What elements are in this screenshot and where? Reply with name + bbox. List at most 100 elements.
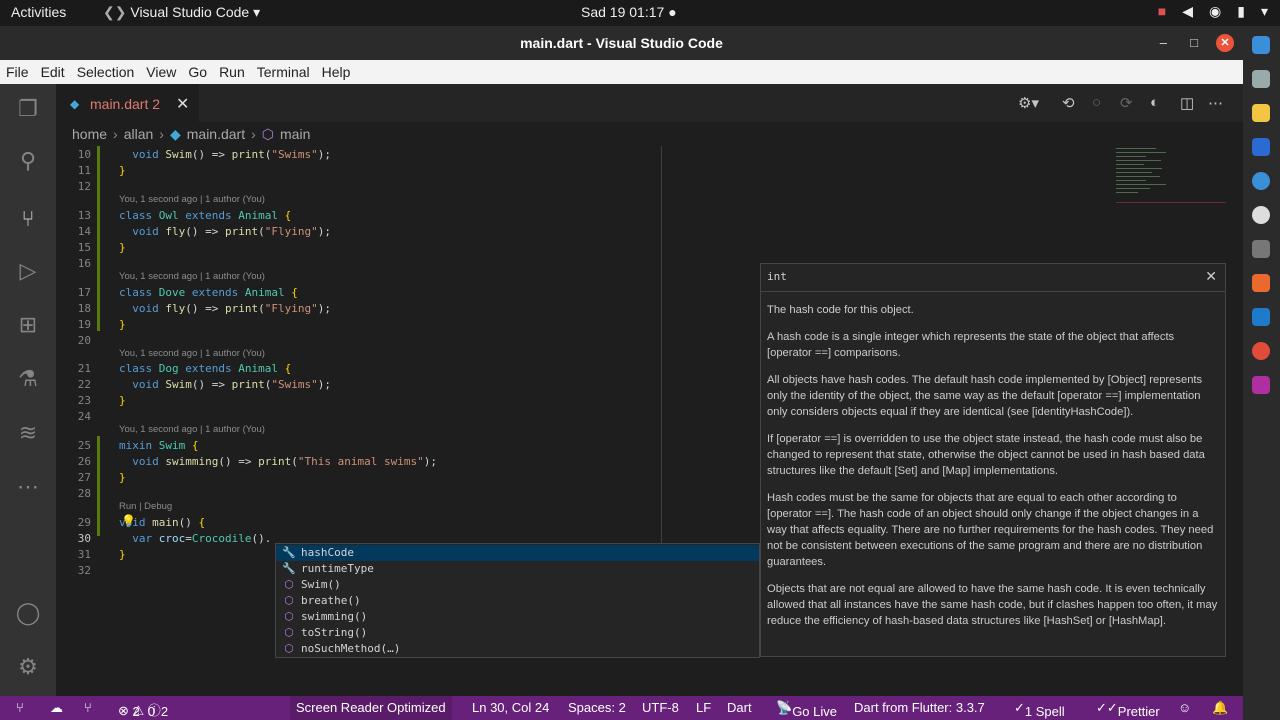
menu-view[interactable]: View: [140, 60, 182, 84]
more-icon[interactable]: ⋯: [13, 472, 43, 502]
suggestion-item[interactable]: ⬡ toString(): [276, 625, 759, 641]
go-back-icon[interactable]: ⟲: [1062, 94, 1075, 112]
dot-icon[interactable]: ○: [1092, 94, 1101, 111]
breadcrumb: home › allan › ◆ main.dart › ⬡ main: [72, 126, 310, 146]
source-control-icon[interactable]: ⑂: [13, 204, 43, 234]
activity-bar: ❐ ⚲ ⑂ ▷ ⊞ ⚗ ≋ ⋯ ◯ ⚙: [0, 84, 56, 696]
lightbulb-icon[interactable]: 💡: [121, 514, 136, 528]
detail-documentation: The hash code for this object. A hash co…: [767, 302, 1219, 640]
testing-icon[interactable]: ⚗: [13, 364, 43, 394]
code-line: }: [119, 164, 126, 177]
code-line: }: [119, 471, 126, 484]
cursor-position[interactable]: Ln 30, Col 24: [472, 700, 549, 715]
spell-check[interactable]: ✓ 1 Spell: [1014, 700, 1065, 719]
indentation[interactable]: Spaces: 2: [568, 700, 626, 715]
suggestion-item[interactable]: ⬡ swimming(): [276, 609, 759, 625]
menu-go[interactable]: Go: [182, 60, 213, 84]
clock[interactable]: Sad 19 01:17 ●: [581, 4, 677, 20]
dock-app-icon[interactable]: [1252, 104, 1270, 122]
suggestion-item[interactable]: 🔧 runtimeType: [276, 561, 759, 577]
extensions-icon[interactable]: ⊞: [13, 310, 43, 340]
close-window-button[interactable]: ✕: [1216, 34, 1234, 52]
menu-help[interactable]: Help: [316, 60, 357, 84]
menu-terminal[interactable]: Terminal: [251, 60, 316, 84]
menu-run[interactable]: Run: [213, 60, 251, 84]
go-live-button[interactable]: 📡 Go Live: [776, 700, 837, 719]
dock-app-icon[interactable]: [1252, 376, 1270, 394]
minimap[interactable]: [1116, 146, 1226, 266]
more-actions-icon[interactable]: ⋯: [1208, 94, 1223, 112]
dock-app-icon[interactable]: [1252, 240, 1270, 258]
run-icon[interactable]: ⚙▾: [1018, 94, 1039, 112]
breadcrumb-allan[interactable]: allan: [124, 126, 154, 146]
suggestion-item[interactable]: ⬡ breathe(): [276, 593, 759, 609]
menu-file[interactable]: File: [0, 60, 35, 84]
settings-gear-icon[interactable]: ⚙: [13, 652, 43, 682]
app-menu[interactable]: ❮❯ Visual Studio Code ▾: [103, 4, 260, 21]
explorer-icon[interactable]: ❐: [13, 94, 43, 124]
dock-app-icon[interactable]: [1252, 274, 1270, 292]
dart-file-icon: ◆: [169, 126, 181, 142]
go-forward-icon[interactable]: ⟳: [1120, 94, 1133, 112]
suggestion-label: toString(): [301, 626, 368, 639]
notifications-icon[interactable]: 🔔: [1212, 700, 1228, 716]
codelens-author[interactable]: You, 1 second ago | 1 author (You): [119, 348, 265, 359]
dock-app-icon[interactable]: [1252, 206, 1270, 224]
suggest-details-panel[interactable]: int ✕ The hash code for this object. A h…: [760, 263, 1226, 657]
docker-icon[interactable]: ≋: [13, 418, 43, 448]
chrome-dock-icon[interactable]: [1252, 342, 1270, 360]
dock-app-icon[interactable]: [1252, 36, 1270, 54]
timeline-icon[interactable]: ◐: [1150, 94, 1159, 111]
split-editor-icon[interactable]: ◫: [1180, 94, 1194, 112]
codelens-author[interactable]: You, 1 second ago | 1 author (You): [119, 424, 265, 435]
suggestion-item[interactable]: ⬡ Swim(): [276, 577, 759, 593]
git-graph-icon[interactable]: ⑂: [84, 700, 92, 715]
suggestion-label: runtimeType: [301, 562, 374, 575]
suggestion-item[interactable]: ⬡ noSuchMethod(…): [276, 641, 759, 657]
close-details-icon[interactable]: ✕: [1205, 268, 1217, 285]
remote-icon[interactable]: ⑂: [16, 700, 24, 715]
problems-indicator[interactable]: ⊗ 2 ⚠ 0 ⓘ 2: [118, 700, 168, 719]
vscode-dock-icon[interactable]: [1252, 308, 1270, 326]
divider: [761, 291, 1225, 292]
minimize-button[interactable]: –: [1160, 26, 1167, 60]
end-of-line[interactable]: LF: [696, 700, 711, 715]
feedback-icon[interactable]: ☺: [1178, 700, 1191, 715]
codelens-author[interactable]: You, 1 second ago | 1 author (You): [119, 271, 265, 282]
line-number: 12: [77, 180, 91, 193]
dock-app-icon[interactable]: [1252, 172, 1270, 190]
gutter-change-marker: [97, 146, 100, 331]
line-number: 32: [77, 564, 91, 577]
breadcrumb-file[interactable]: main.dart: [187, 126, 245, 146]
breadcrumb-symbol[interactable]: main: [280, 126, 310, 146]
maximize-button[interactable]: □: [1190, 26, 1198, 60]
codelens-author[interactable]: You, 1 second ago | 1 author (You): [119, 194, 265, 205]
dock-app-icon[interactable]: [1252, 70, 1270, 88]
warning-count: 0: [147, 704, 156, 719]
line-number: 31: [77, 548, 91, 561]
line-number: 28: [77, 487, 91, 500]
codelens-run-debug[interactable]: Run | Debug: [119, 501, 172, 512]
language-mode[interactable]: Dart: [727, 700, 752, 715]
close-tab-icon[interactable]: ✕: [176, 94, 189, 114]
activities-button[interactable]: Activities: [11, 4, 66, 20]
breadcrumb-home[interactable]: home: [72, 126, 107, 146]
screen-reader-status[interactable]: Screen Reader Optimized: [290, 696, 452, 720]
suggestion-item[interactable]: 🔧 hashCode: [276, 545, 759, 561]
prettier[interactable]: ✓✓ Prettier: [1096, 700, 1160, 719]
window-title-bar: main.dart - Visual Studio Code – □ ✕: [0, 26, 1243, 60]
volume-icon: ◀: [1182, 3, 1194, 19]
tab-main-dart[interactable]: ◆ main.dart 2 ✕: [56, 84, 199, 122]
run-debug-icon[interactable]: ▷: [13, 256, 43, 286]
line-number: 17: [77, 286, 91, 299]
menu-selection[interactable]: Selection: [71, 60, 141, 84]
system-tray[interactable]: ■ ◀ ◉ ▮ ▾: [1158, 3, 1268, 20]
dart-sdk[interactable]: Dart from Flutter: 3.3.7: [854, 700, 985, 715]
encoding[interactable]: UTF-8: [642, 700, 679, 715]
search-icon[interactable]: ⚲: [13, 146, 43, 176]
dock-app-icon[interactable]: [1252, 138, 1270, 156]
sync-icon[interactable]: ☁: [50, 700, 63, 716]
accounts-icon[interactable]: ◯: [13, 598, 43, 628]
chevron-right-icon: ›: [159, 126, 164, 142]
menu-edit[interactable]: Edit: [35, 60, 71, 84]
